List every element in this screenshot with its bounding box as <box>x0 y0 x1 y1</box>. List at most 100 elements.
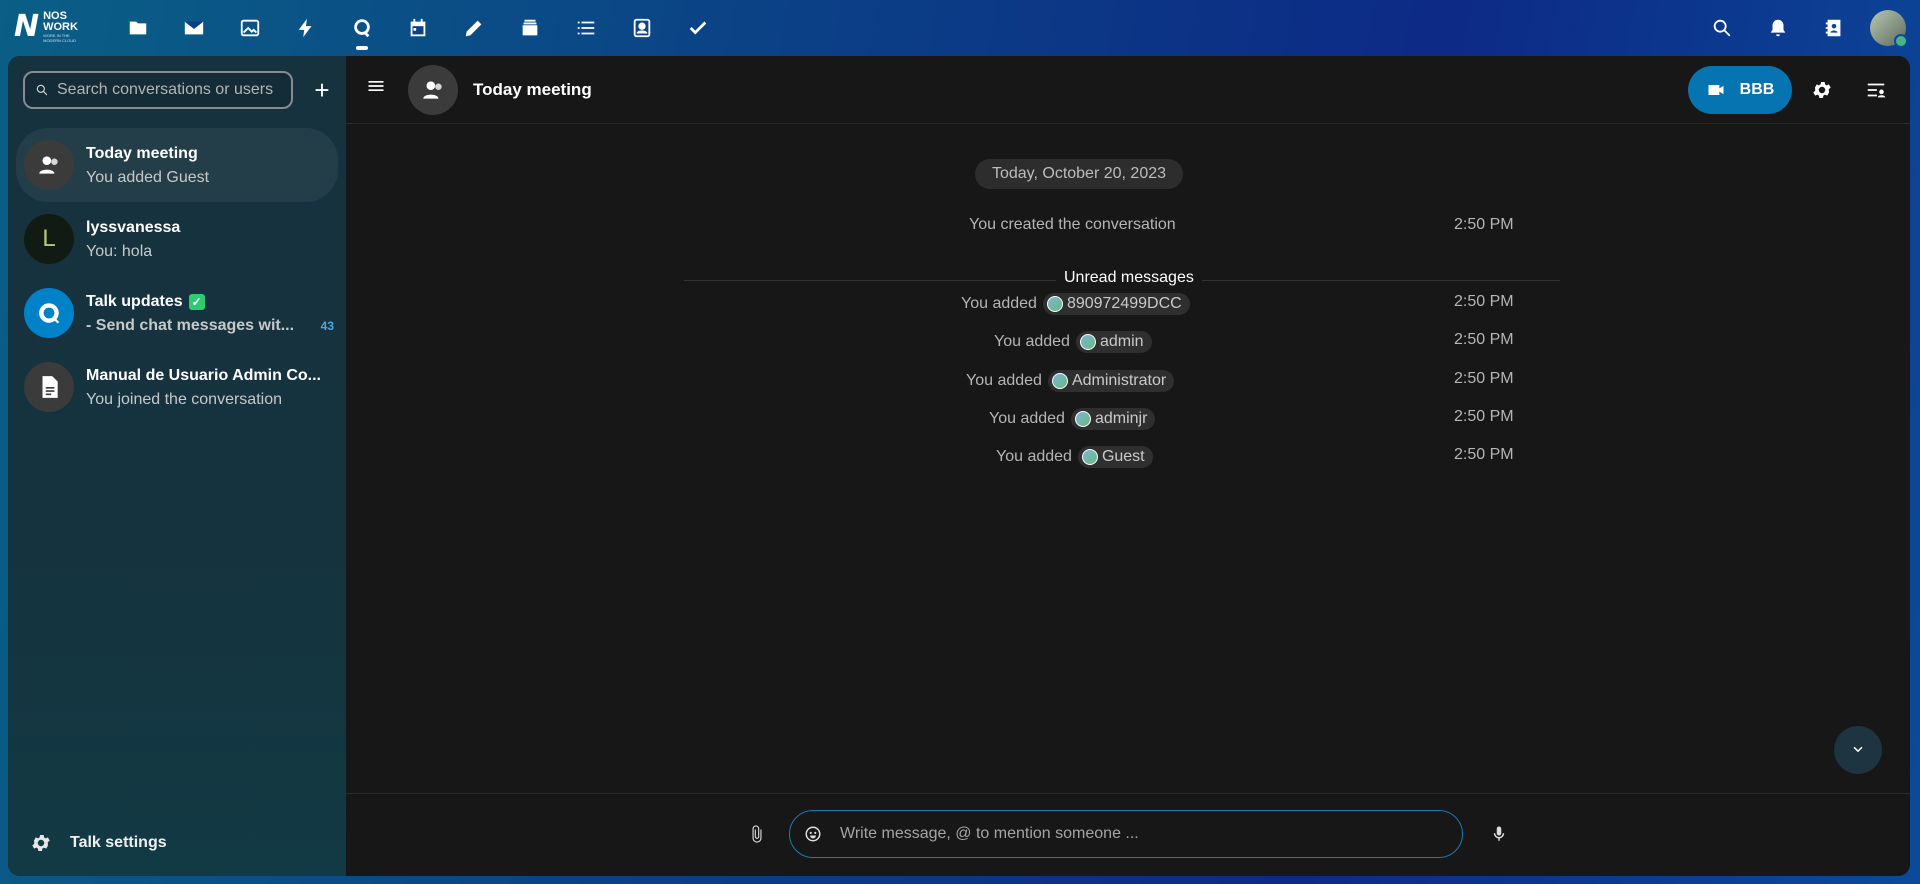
conversation-avatar <box>24 362 74 412</box>
conversation-last-message: - Send chat messages wit... <box>86 317 295 334</box>
user-mention-chip[interactable]: admin <box>1075 331 1152 353</box>
mention-name: Guest <box>1101 448 1145 465</box>
app-notes[interactable] <box>446 0 502 56</box>
system-message-added: You added Administrator <box>966 370 1175 392</box>
app-files[interactable] <box>110 0 166 56</box>
logo-letter: N <box>14 9 40 44</box>
message-input[interactable] <box>840 825 1440 843</box>
conversation-avatar <box>24 140 74 190</box>
chevron-down-icon <box>1853 746 1863 753</box>
system-message-created: You created the conversation <box>969 216 1176 233</box>
activity-icon <box>298 18 312 38</box>
talk-logo-icon <box>39 303 60 324</box>
app-mail[interactable] <box>166 0 222 56</box>
toggle-right-sidebar-button[interactable] <box>1860 74 1892 106</box>
notifications-button[interactable] <box>1750 0 1806 56</box>
message-prefix: You added <box>996 448 1072 465</box>
conversation-settings-button[interactable] <box>1806 74 1838 106</box>
attach-file-button[interactable] <box>744 821 770 847</box>
conversation-item-lyssvanessa[interactable]: L lyssvanessa You: hola <box>16 202 338 276</box>
emoji-icon[interactable] <box>804 825 822 843</box>
chat-header: Today meeting BBB <box>346 56 1910 124</box>
conversation-header-avatar[interactable] <box>408 65 458 115</box>
conversation-last-message: You added Guest <box>86 169 210 186</box>
contacts-menu-button[interactable] <box>1806 0 1862 56</box>
app-activity[interactable] <box>278 0 334 56</box>
app-menu <box>110 0 726 56</box>
search-conversations-input[interactable] <box>57 81 287 99</box>
scroll-to-bottom-button[interactable] <box>1834 726 1882 774</box>
microphone-icon <box>1493 826 1505 841</box>
verified-check-icon: ✓ <box>188 294 205 310</box>
user-mention-chip[interactable]: adminjr <box>1070 408 1156 430</box>
message-time: 2:50 PM <box>1454 293 1514 310</box>
app-tasks-check[interactable] <box>670 0 726 56</box>
message-prefix: You added <box>989 410 1065 427</box>
sidebar-panel-icon <box>1867 83 1886 98</box>
conversation-list: Today meeting You added Guest L lyssvane… <box>16 128 338 424</box>
app-calendar[interactable] <box>390 0 446 56</box>
message-time: 2:50 PM <box>1454 216 1514 233</box>
bbb-call-button[interactable]: BBB <box>1688 66 1792 114</box>
system-message-added: You added admin <box>994 331 1152 353</box>
conversation-title[interactable]: Today meeting <box>473 80 592 100</box>
gear-icon <box>32 835 50 851</box>
user-mention-avatar <box>1074 411 1091 427</box>
app-tasks-list[interactable] <box>558 0 614 56</box>
header-right <box>1694 0 1920 56</box>
logo-tagline: WORK IN THE MODERN CLOUD <box>43 33 76 43</box>
user-mention-avatar <box>1081 449 1098 465</box>
app-photos[interactable] <box>222 0 278 56</box>
conversation-name: Manual de Usuario Admin Co... <box>86 367 321 384</box>
document-icon <box>42 376 58 398</box>
system-message-added: You added adminjr <box>989 408 1156 430</box>
system-message-added: You added Guest <box>996 446 1153 468</box>
conversation-item-talk-updates[interactable]: Talk updates ✓ - Send chat messages wit.… <box>16 276 338 350</box>
mail-icon <box>184 21 204 35</box>
talk-app: + Today meeting You added Guest L lyssva… <box>8 56 1910 876</box>
user-mention-chip[interactable]: Guest <box>1077 446 1153 468</box>
unified-search-button[interactable] <box>1694 0 1750 56</box>
conversation-avatar <box>24 288 74 338</box>
toggle-sidebar-button[interactable] <box>362 72 390 100</box>
user-mention-chip[interactable]: Administrator <box>1047 370 1175 392</box>
app-contacts[interactable] <box>614 0 670 56</box>
conversation-avatar: L <box>24 214 74 264</box>
logo-line2: WORK <box>43 21 78 33</box>
message-prefix: You added <box>994 333 1070 350</box>
app-deck[interactable] <box>502 0 558 56</box>
conversation-item-today-meeting[interactable]: Today meeting You added Guest <box>16 128 338 202</box>
online-status-indicator <box>1894 34 1908 48</box>
top-bar: N NOS WORK WORK IN THE MODERN CLOUD <box>0 0 1920 56</box>
user-avatar[interactable] <box>1870 10 1908 48</box>
files-icon <box>129 21 147 35</box>
message-time: 2:50 PM <box>1454 408 1514 425</box>
conversation-last-message: You: hola <box>86 243 153 260</box>
conversation-name: lyssvanessa <box>86 219 181 236</box>
menu-icon <box>368 81 384 91</box>
message-composer <box>346 793 1910 876</box>
paperclip-icon <box>752 825 762 843</box>
bbb-label: BBB <box>1739 81 1775 98</box>
tasks-list-icon <box>577 21 595 35</box>
system-message-added: You added 890972499DCC <box>961 293 1190 315</box>
conversations-sidebar: + Today meeting You added Guest L lyssva… <box>8 56 346 876</box>
search-icon <box>1713 19 1731 37</box>
conversation-item-manual[interactable]: Manual de Usuario Admin Co... You joined… <box>16 350 338 424</box>
conversation-name: Talk updates <box>86 293 183 310</box>
photos-icon <box>240 19 260 37</box>
user-mention-chip[interactable]: 890972499DCC <box>1042 293 1190 315</box>
message-list: Today, October 20, 2023 You created the … <box>346 125 1910 795</box>
message-time: 2:50 PM <box>1454 446 1514 463</box>
new-conversation-button[interactable]: + <box>303 71 341 109</box>
nos-work-logo[interactable]: N NOS WORK WORK IN THE MODERN CLOUD <box>14 9 88 44</box>
talk-settings-button[interactable]: Talk settings <box>30 832 167 854</box>
calendar-icon <box>410 18 426 37</box>
date-separator: Today, October 20, 2023 <box>975 159 1183 189</box>
app-talk[interactable] <box>334 0 390 56</box>
talk-icon <box>354 19 370 38</box>
mention-name: Administrator <box>1071 372 1167 389</box>
record-voice-message-button[interactable] <box>1486 821 1512 847</box>
mention-name: admin <box>1099 333 1144 350</box>
user-mention-avatar <box>1046 296 1063 312</box>
